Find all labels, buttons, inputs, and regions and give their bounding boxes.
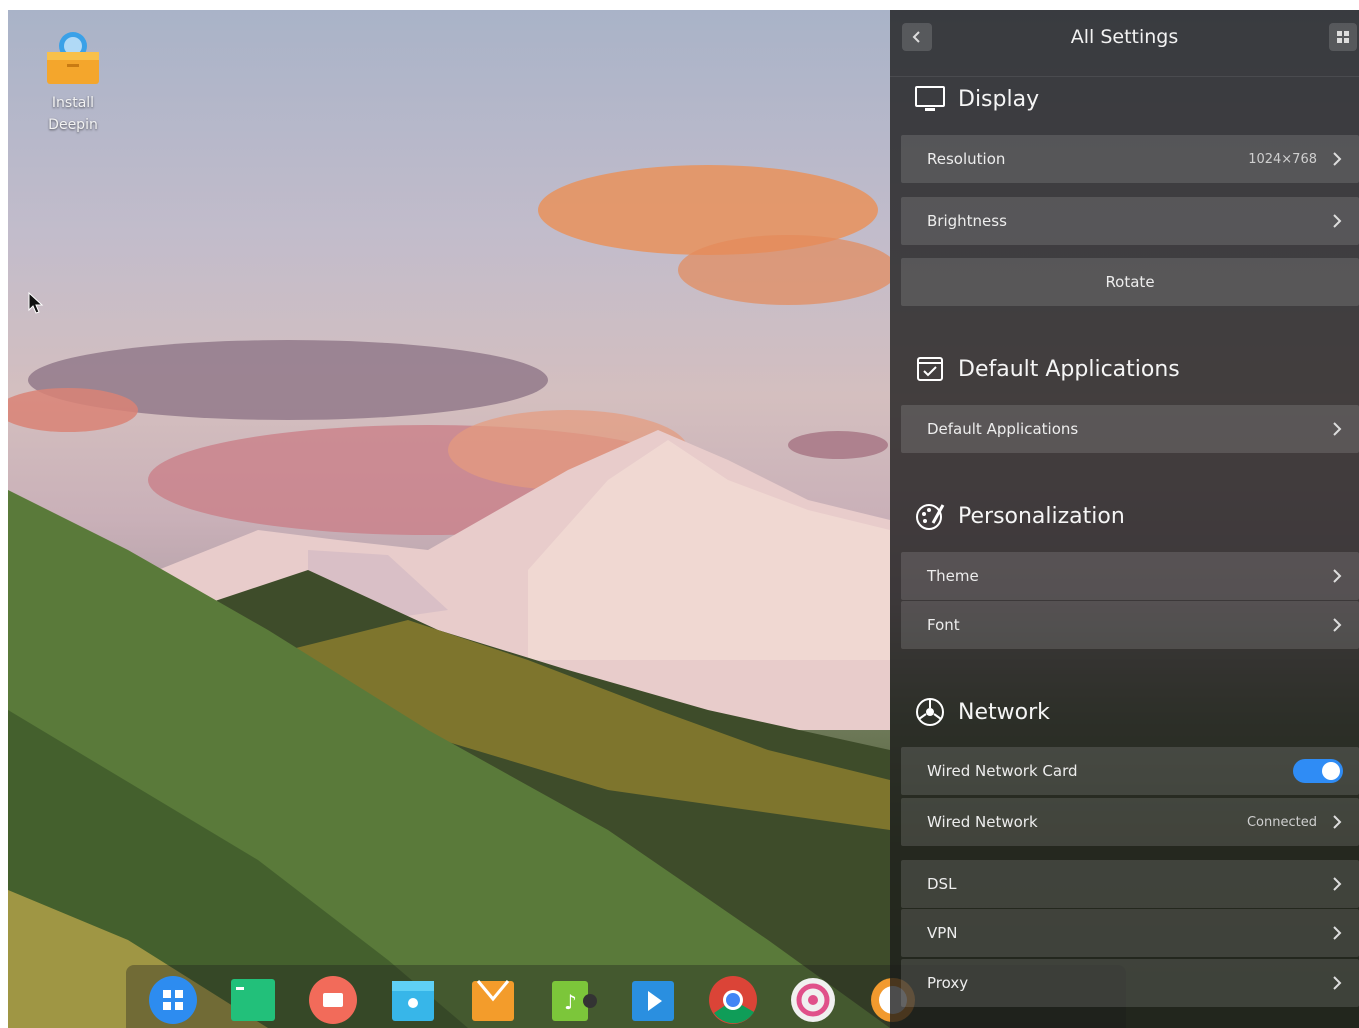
chevron-right-icon [1333, 152, 1342, 166]
row-label: Wired Network [927, 813, 1038, 831]
proxy-row[interactable]: Proxy [901, 959, 1359, 1007]
wired-network-row[interactable]: Wired Network Connected [901, 798, 1359, 846]
palette-icon [914, 500, 946, 532]
section-personalization: Personalization [914, 496, 1125, 536]
desktop-screen: Install Deepin ♪ All Settings Display Re… [8, 10, 1359, 1028]
monitor-icon [914, 83, 946, 115]
grid-view-button[interactable] [1329, 23, 1357, 51]
chrome-icon[interactable] [708, 975, 758, 1025]
desktop-icon-install-deepin[interactable]: Install Deepin [38, 30, 108, 136]
default-apps-icon [914, 353, 946, 385]
app-store-icon[interactable] [468, 975, 518, 1025]
brightness-row[interactable]: Brightness [901, 197, 1359, 245]
settings-panel: All Settings Display Resolution 1024×768… [890, 10, 1359, 1028]
resolution-row[interactable]: Resolution 1024×768 [901, 135, 1359, 183]
chevron-right-icon [1333, 976, 1342, 990]
section-network: Network [914, 692, 1050, 732]
install-deepin-icon [45, 30, 101, 84]
file-manager-icon[interactable] [388, 975, 438, 1025]
default-applications-row[interactable]: Default Applications [901, 405, 1359, 453]
row-label: DSL [927, 875, 957, 893]
chevron-right-icon [1333, 214, 1342, 228]
rotate-button[interactable]: Rotate [901, 258, 1359, 306]
row-label: Resolution [927, 150, 1006, 168]
section-title: Default Applications [958, 356, 1180, 382]
music-icon[interactable]: ♪ [548, 975, 598, 1025]
row-label: Theme [927, 567, 979, 585]
grid-icon [1337, 31, 1349, 43]
chevron-right-icon [1333, 926, 1342, 940]
chevron-right-icon [1333, 815, 1342, 829]
settings-icon[interactable] [788, 975, 838, 1025]
resolution-value: 1024×768 [1248, 151, 1317, 167]
row-label: Brightness [927, 212, 1007, 230]
wired-network-card-toggle[interactable] [1293, 759, 1343, 783]
row-label: Font [927, 616, 960, 634]
video-icon[interactable] [628, 975, 678, 1025]
launcher-icon[interactable] [148, 975, 198, 1025]
network-icon [914, 696, 946, 728]
toggle-knob [1322, 762, 1340, 780]
row-label: Wired Network Card [927, 762, 1078, 780]
section-title: Network [958, 699, 1050, 725]
chevron-right-icon [1333, 569, 1342, 583]
theme-row[interactable]: Theme [901, 552, 1359, 600]
page-title: All Settings [1070, 26, 1179, 48]
desktop-icon-label: Install Deepin [48, 95, 98, 133]
dsl-row[interactable]: DSL [901, 860, 1359, 908]
settings-header: All Settings [890, 10, 1359, 77]
wired-network-card-row: Wired Network Card [901, 747, 1359, 795]
section-default-applications: Default Applications [914, 349, 1180, 389]
chevron-right-icon [1333, 877, 1342, 891]
chevron-right-icon [1333, 422, 1342, 436]
row-label: Proxy [927, 974, 969, 992]
mouse-cursor-icon [28, 292, 44, 314]
section-title: Display [958, 86, 1040, 112]
svg-text:♪: ♪ [564, 990, 577, 1014]
connection-status: Connected [1246, 814, 1317, 830]
row-label: Default Applications [927, 420, 1079, 438]
screen-recorder-icon[interactable] [308, 975, 358, 1025]
row-label: VPN [927, 924, 958, 942]
chevron-right-icon [1333, 618, 1342, 632]
rotate-label: Rotate [1105, 273, 1155, 291]
font-row[interactable]: Font [901, 601, 1359, 649]
wallpaper [8, 165, 890, 1028]
terminal-icon[interactable] [228, 975, 278, 1025]
vpn-row[interactable]: VPN [901, 909, 1359, 957]
section-display: Display [914, 79, 1039, 119]
section-title: Personalization [958, 503, 1125, 529]
